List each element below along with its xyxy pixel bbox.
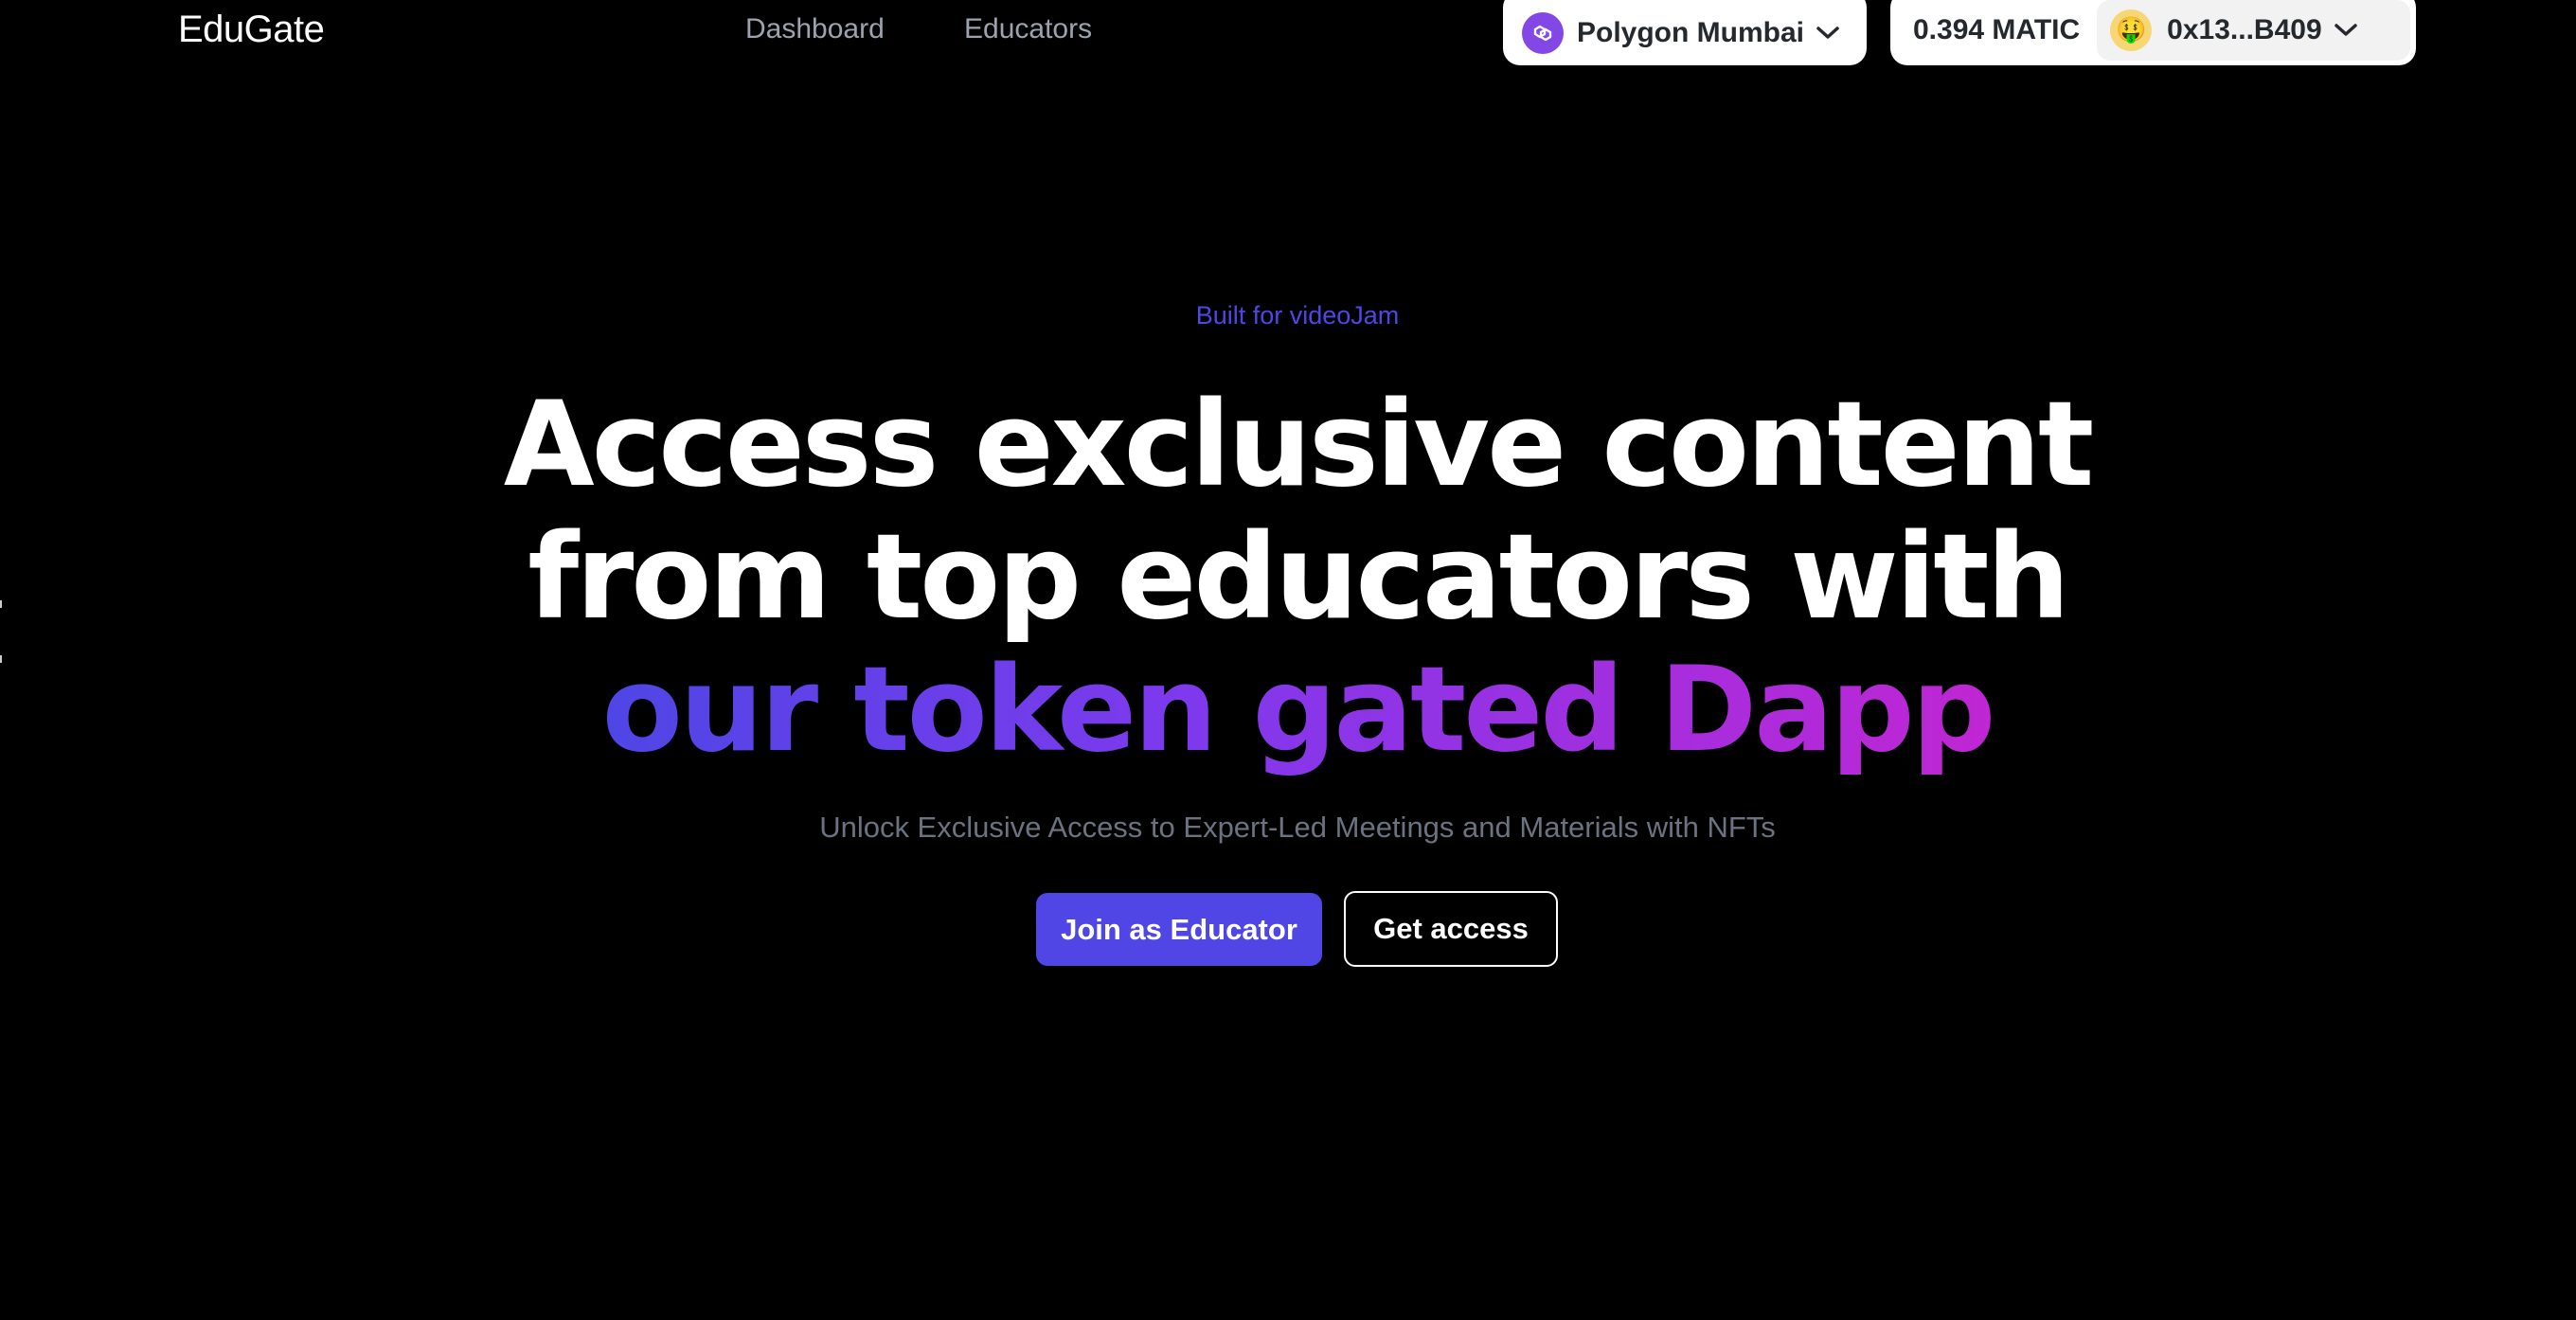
network-name: Polygon Mumbai <box>1577 16 1804 48</box>
chevron-down-icon <box>1816 26 1839 39</box>
headline-gradient-text: our token gated Dapp <box>601 642 1996 778</box>
wallet-account-button: 0.394 MATIC 🤑 0x13...B409 <box>1890 0 2416 65</box>
get-access-button[interactable]: Get access <box>1344 891 1558 967</box>
page: EduGate Dashboard Educators Polygon Mumb… <box>0 0 2576 1320</box>
join-as-educator-button[interactable]: Join as Educator <box>1036 893 1322 966</box>
account-avatar: 🤑 <box>2110 9 2153 51</box>
hero-eyebrow: Built for videoJam <box>1195 301 1400 330</box>
network-selector-button[interactable]: Polygon Mumbai <box>1503 0 1867 65</box>
headline-line-2: from top educators with <box>528 509 2070 646</box>
account-address: 0x13...B409 <box>2167 13 2322 45</box>
chevron-down-icon <box>2334 23 2357 36</box>
headline-line-3-wrap: our token gated Dapp <box>0 644 2576 776</box>
hero-headline: Access exclusive content from top educat… <box>0 379 2576 776</box>
nav-link-educators[interactable]: Educators <box>964 6 1092 53</box>
account-address-button[interactable]: 🤑 0x13...B409 <box>2097 0 2410 61</box>
headline-line-1: Access exclusive content <box>503 377 2095 513</box>
polygon-icon <box>1522 11 1564 54</box>
hero-subtitle: Unlock Exclusive Access to Expert-Led Me… <box>819 811 1776 844</box>
wallet-balance: 0.394 MATIC <box>1913 13 2081 45</box>
brand-logo[interactable]: EduGate <box>178 6 325 53</box>
nav-link-dashboard[interactable]: Dashboard <box>745 6 885 53</box>
